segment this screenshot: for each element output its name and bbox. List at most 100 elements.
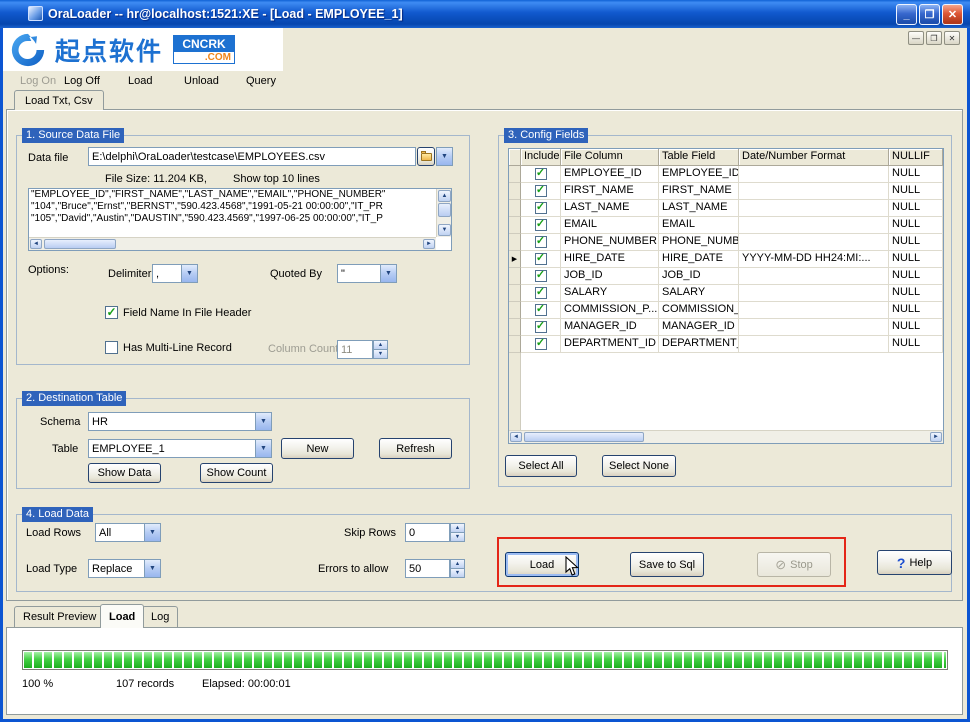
table-row[interactable]: EMAIL EMAIL NULL xyxy=(509,217,943,234)
preview-line: "EMPLOYEE_ID","FIRST_NAME","LAST_NAME","… xyxy=(29,189,436,201)
row-selector xyxy=(509,166,521,183)
mdi-restore-button[interactable]: ❐ xyxy=(926,31,942,45)
scroll-up-icon[interactable]: ▲ xyxy=(438,190,451,202)
include-checkbox[interactable] xyxy=(535,287,547,299)
data-file-label: Data file xyxy=(28,152,68,164)
quoted-by-label: Quoted By xyxy=(270,268,322,280)
maximize-button[interactable]: ❐ xyxy=(919,4,940,25)
file-preview-box[interactable]: "EMPLOYEE_ID","FIRST_NAME","LAST_NAME","… xyxy=(28,188,452,251)
header-table-field: Table Field xyxy=(659,149,739,166)
include-checkbox[interactable] xyxy=(535,236,547,248)
progress-bar xyxy=(22,650,948,670)
include-checkbox[interactable] xyxy=(535,202,547,214)
row-selector xyxy=(509,200,521,217)
spin-up-icon[interactable]: ▲ xyxy=(450,523,465,533)
errors-to-allow-stepper[interactable]: ▲ ▼ xyxy=(450,559,465,578)
scroll-right-icon[interactable]: ► xyxy=(423,239,435,249)
progress-percent-label: 100 % xyxy=(22,678,53,690)
include-checkbox[interactable] xyxy=(535,168,547,180)
row-selector xyxy=(509,268,521,285)
spin-down-icon: ▼ xyxy=(373,350,388,359)
show-data-button[interactable]: Show Data xyxy=(88,463,161,483)
title-bar[interactable]: OraLoader -- hr@localhost:1521:XE - [Loa… xyxy=(0,0,970,28)
mdi-close-button[interactable]: ✕ xyxy=(944,31,960,45)
table-row[interactable]: PHONE_NUMBER PHONE_NUMBER NULL xyxy=(509,234,943,251)
table-row[interactable]: FIRST_NAME FIRST_NAME NULL xyxy=(509,183,943,200)
toolbar-query[interactable]: Query xyxy=(246,75,276,87)
mouse-cursor xyxy=(565,556,579,578)
refresh-button[interactable]: Refresh xyxy=(379,438,452,459)
tab-result-preview[interactable]: Result Preview xyxy=(14,606,105,627)
toolbar-unload[interactable]: Unload xyxy=(184,75,219,87)
include-checkbox[interactable] xyxy=(535,304,547,316)
config-grid[interactable]: Include File Column Table Field Date/Num… xyxy=(508,148,944,444)
browse-folder-button[interactable] xyxy=(417,147,435,166)
table-row[interactable]: SALARY SALARY NULL xyxy=(509,285,943,302)
spin-up-icon[interactable]: ▲ xyxy=(450,559,465,569)
group-config-title: 3. Config Fields xyxy=(504,128,588,143)
include-checkbox[interactable] xyxy=(535,253,547,265)
multi-line-record-checkbox[interactable] xyxy=(105,341,118,354)
tab-log[interactable]: Log xyxy=(142,606,178,627)
tab-load-txt-csv[interactable]: Load Txt, Csv xyxy=(14,90,104,110)
schema-select[interactable]: HR ▼ xyxy=(88,412,272,431)
table-select[interactable]: EMPLOYEE_1 ▼ xyxy=(88,439,272,458)
include-checkbox[interactable] xyxy=(535,270,547,282)
toolbar-log-off[interactable]: Log Off xyxy=(64,75,100,87)
scroll-left-icon[interactable]: ◄ xyxy=(30,239,42,249)
table-row[interactable]: LAST_NAME LAST_NAME NULL xyxy=(509,200,943,217)
field-name-in-header-checkbox[interactable] xyxy=(105,306,118,319)
delimiter-select[interactable]: , ▼ xyxy=(152,264,198,283)
show-count-button[interactable]: Show Count xyxy=(200,463,273,483)
column-count-input xyxy=(337,340,373,359)
load-type-select[interactable]: Replace ▼ xyxy=(88,559,161,578)
scroll-thumb[interactable] xyxy=(44,239,116,249)
table-row[interactable]: COMMISSION_P... COMMISSION_P... NULL xyxy=(509,302,943,319)
table-row-selected[interactable]: ▶ HIRE_DATE HIRE_DATE YYYY-MM-DD HH24:MI… xyxy=(509,251,943,268)
header-include: Include xyxy=(521,149,561,166)
include-checkbox[interactable] xyxy=(535,185,547,197)
spin-down-icon[interactable]: ▼ xyxy=(450,569,465,578)
table-row[interactable]: MANAGER_ID MANAGER_ID NULL xyxy=(509,319,943,336)
chevron-down-icon: ▼ xyxy=(181,265,197,282)
load-rows-select[interactable]: All ▼ xyxy=(95,523,161,542)
preview-line: "105","David","Austin","DAUSTIN","590.42… xyxy=(29,213,436,225)
new-table-button[interactable]: New xyxy=(281,438,354,459)
chevron-down-icon: ▼ xyxy=(437,148,452,165)
scroll-thumb[interactable] xyxy=(524,432,644,442)
scroll-down-icon[interactable]: ▼ xyxy=(438,224,451,236)
help-button[interactable]: ? Help xyxy=(877,550,952,575)
watermark-badge: CNCRK .COM xyxy=(173,35,235,64)
toolbar-load[interactable]: Load xyxy=(128,75,152,87)
mdi-minimize-button[interactable]: — xyxy=(908,31,924,45)
table-row[interactable]: EMPLOYEE_ID EMPLOYEE_ID NULL xyxy=(509,166,943,183)
toolbar-log-on: Log On xyxy=(20,75,56,87)
close-button[interactable]: ✕ xyxy=(942,4,963,25)
preview-horizontal-scrollbar[interactable]: ◄ ► xyxy=(29,237,436,250)
elapsed-time-label: Elapsed: 00:00:01 xyxy=(202,678,291,690)
quoted-by-select[interactable]: " ▼ xyxy=(337,264,397,283)
scroll-thumb[interactable] xyxy=(438,203,451,217)
errors-to-allow-input[interactable] xyxy=(405,559,450,578)
minimize-button[interactable]: _ xyxy=(896,4,917,25)
skip-rows-input[interactable] xyxy=(405,523,450,542)
include-checkbox[interactable] xyxy=(535,321,547,333)
app-window: OraLoader -- hr@localhost:1521:XE - [Loa… xyxy=(0,0,970,722)
scroll-left-icon[interactable]: ◄ xyxy=(510,432,522,442)
table-row[interactable]: JOB_ID JOB_ID NULL xyxy=(509,268,943,285)
skip-rows-stepper[interactable]: ▲ ▼ xyxy=(450,523,465,542)
data-file-dropdown-button[interactable]: ▼ xyxy=(436,147,453,166)
data-file-input[interactable] xyxy=(88,147,416,166)
spin-down-icon[interactable]: ▼ xyxy=(450,533,465,542)
include-checkbox[interactable] xyxy=(535,219,547,231)
row-selector xyxy=(509,336,521,353)
row-selector-strip xyxy=(509,353,521,430)
select-all-button[interactable]: Select All xyxy=(505,455,577,477)
include-checkbox[interactable] xyxy=(535,338,547,350)
preview-vertical-scrollbar[interactable]: ▲ ▼ xyxy=(436,189,451,237)
tab-load-result[interactable]: Load xyxy=(100,604,144,628)
grid-horizontal-scrollbar[interactable]: ◄ ► xyxy=(509,430,943,443)
table-row[interactable]: DEPARTMENT_ID DEPARTMENT_... NULL xyxy=(509,336,943,353)
scroll-right-icon[interactable]: ► xyxy=(930,432,942,442)
select-none-button[interactable]: Select None xyxy=(602,455,676,477)
